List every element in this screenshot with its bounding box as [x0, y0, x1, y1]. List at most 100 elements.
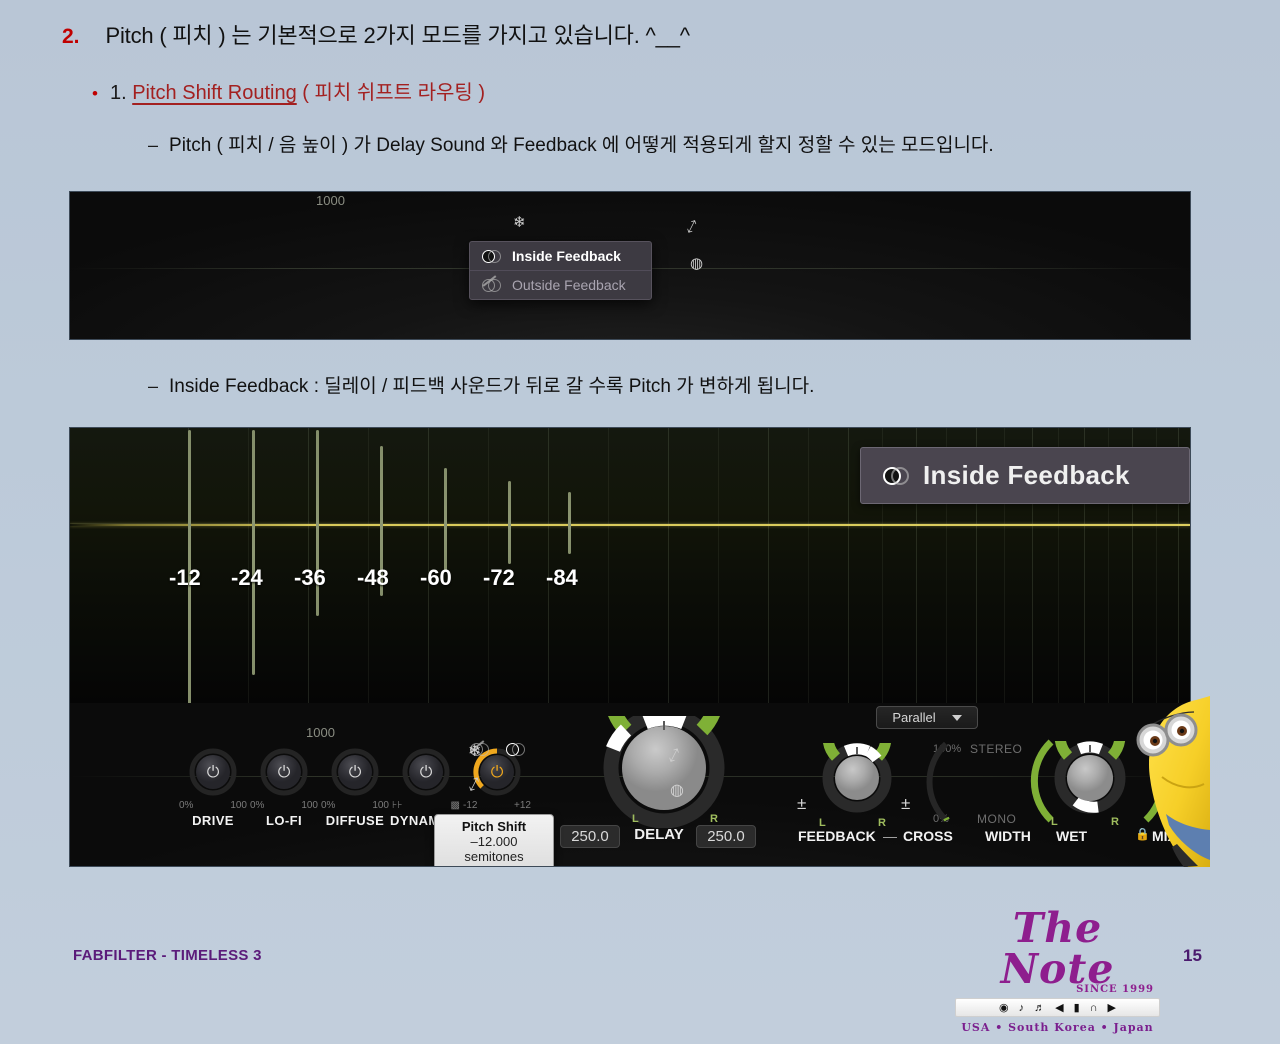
delay-left-value[interactable]: 250.0	[560, 825, 620, 848]
pitch-shift-tooltip: Pitch Shift –12.000 semitones	[434, 814, 554, 866]
bullet-link[interactable]: Pitch Shift Routing	[132, 82, 297, 104]
menu-item-label: Outside Feedback	[512, 277, 626, 293]
cross-label: CROSS	[903, 828, 953, 844]
film-reel-icon[interactable]: ◍	[690, 254, 703, 272]
knob-range: 0% 100	[248, 800, 320, 811]
wet-left-label: L	[1051, 816, 1058, 828]
annotation-semitone: -84	[546, 565, 578, 590]
diffuse-knob-unit[interactable]: ⏻ 0% 100 DIFFUSE	[319, 746, 391, 828]
annotation-semitone: -36	[294, 565, 326, 590]
moon-filled-icon	[883, 466, 909, 485]
knob-max-label: 100	[372, 800, 389, 811]
feedback-cross-dash: —	[883, 828, 897, 844]
bullet-prefix: 1.	[109, 82, 133, 104]
delay-left-label: L	[632, 813, 639, 825]
rewind-icon: ◀	[1055, 1002, 1064, 1014]
annotation-semitone: -72	[483, 565, 515, 590]
footer-title: FABFILTER - TIMELESS 3	[73, 947, 262, 964]
delay-waveform-display[interactable]: -12 -24 -36 -48 -60 -72 -84 0 ms 1000 In…	[70, 428, 1190, 703]
routing-mode-value: Parallel	[892, 710, 936, 725]
pitch-routing-menu[interactable]: Inside Feedback Outside Feedback	[469, 241, 652, 300]
knob-name-label: DRIVE	[192, 813, 234, 828]
knob-dial[interactable]: ⏻	[187, 746, 239, 798]
bullet-dot-icon: •	[92, 84, 98, 103]
chevron-down-icon	[951, 714, 962, 721]
moon-filled-icon	[482, 249, 501, 263]
inside-feedback-badge-label: Inside Feedback	[923, 460, 1130, 490]
play-icon: ▶	[1107, 1002, 1116, 1014]
delay-right-value[interactable]: 250.0	[696, 825, 756, 848]
knob-max-label: +12	[514, 800, 531, 811]
snowflake-icon[interactable]: ❄	[513, 213, 526, 231]
knob-range: 0% 100	[319, 800, 391, 811]
minion-character-image	[1136, 696, 1210, 867]
svg-text:⏻: ⏻	[207, 764, 220, 781]
bullet-suffix: ( 피치 쉬프트 라우팅 )	[302, 82, 486, 104]
annotation-semitone: -24	[231, 565, 263, 590]
display-time-label: 1000	[306, 725, 335, 740]
microphone-icon: ♪	[1018, 1001, 1025, 1014]
annotation-semitone: -48	[357, 565, 389, 590]
sub-bullet-2: – Inside Feedback : 딜레이 / 피드백 사운드가 뒤로 갈 …	[148, 371, 814, 398]
fabfilter-timeless-panel-top[interactable]: 1000 ⏻0%100DRIVE ⏻0%100LO-FI ⏻0%100DIFFU…	[69, 191, 1191, 340]
echo-spike	[568, 492, 571, 554]
cross-arc[interactable]	[902, 738, 952, 826]
knob-dial[interactable]: ⏻	[329, 746, 381, 798]
knob-range: 0% 100	[177, 800, 249, 811]
heading-number: 2.	[62, 25, 80, 48]
width-bottom-label: MONO	[977, 812, 1017, 826]
knob-min-label: -12	[463, 800, 478, 811]
logo-name: The Note	[1000, 904, 1115, 993]
annotation-semitone: -60	[420, 565, 452, 590]
wet-label: WET	[1056, 828, 1088, 844]
knob-dial[interactable]: ⏻	[400, 746, 452, 798]
pitch-envelope-line	[70, 524, 1190, 526]
wet-knob[interactable]	[1045, 700, 1135, 815]
delay-knob[interactable]	[592, 632, 737, 829]
svg-text:⏻: ⏻	[349, 764, 362, 781]
lofi-knob-unit[interactable]: ⏻ 0% 100 LO-FI	[248, 746, 320, 828]
logo-icon-bar: ◉ ♪ ♬ ◀ ▮ ∩ ▶	[955, 998, 1160, 1017]
inside-feedback-badge[interactable]: Inside Feedback	[860, 447, 1190, 504]
knob-min-label: 0%	[321, 800, 336, 811]
moon-outline-icon	[482, 278, 501, 292]
menu-item-label: Inside Feedback	[512, 248, 621, 264]
svg-text:⏻: ⏻	[420, 764, 433, 781]
drive-knob-unit[interactable]: ⏻ 0% 100 DRIVE	[177, 746, 249, 828]
feedback-label: FEEDBACK	[798, 828, 876, 844]
dash-icon: –	[148, 135, 159, 155]
film-reel-icon[interactable]: ◍	[670, 780, 684, 800]
menu-item-outside-feedback[interactable]: Outside Feedback	[470, 270, 651, 299]
feedback-knob[interactable]	[814, 702, 900, 813]
annotation-semitone: -12	[169, 565, 201, 590]
knob-max-label: 100	[301, 800, 318, 811]
menu-item-inside-feedback[interactable]: Inside Feedback	[470, 242, 651, 270]
width-label: WIDTH	[985, 828, 1031, 844]
tooltip-title: Pitch Shift	[461, 819, 527, 834]
page-number: 15	[1183, 946, 1202, 965]
routing-mode-select[interactable]: Parallel	[876, 706, 978, 729]
dash-icon: –	[148, 376, 159, 396]
sub-bullet-1-text: Pitch ( 피치 / 음 높이 ) 가 Delay Sound 와 Feed…	[169, 135, 994, 156]
headphones-icon: ∩	[1089, 1001, 1098, 1014]
knob-min-label: 0%	[179, 800, 194, 811]
knob-range: ⊦⊦ ▩	[390, 800, 462, 811]
sub-bullet-2-text: Inside Feedback : 딜레이 / 피드백 사운드가 뒤로 갈 수록…	[169, 376, 815, 397]
music-note-icon: ♬	[1034, 1001, 1046, 1014]
delay-label: DELAY	[634, 826, 684, 843]
pitch-routing-icon-inside[interactable]	[506, 743, 525, 756]
knob-dial[interactable]: ⏻	[258, 746, 310, 798]
feedback-stepper-icon[interactable]: ±	[797, 794, 806, 814]
echo-spike	[252, 430, 255, 675]
snowflake-icon[interactable]: ❄	[468, 741, 481, 761]
display-time-label: 1000	[316, 193, 345, 208]
the-note-logo: The Note SINCE 1999 ◉ ♪ ♬ ◀ ▮ ∩ ▶ USA • …	[955, 904, 1160, 1034]
knob-max-label: 100	[230, 800, 247, 811]
fabfilter-timeless-panel-main[interactable]: -12 -24 -36 -48 -60 -72 -84 0 ms 1000 In…	[69, 427, 1191, 867]
knob-name-label: LO-FI	[266, 813, 302, 828]
heading-text: Pitch ( 피치 ) 는 기본적으로 2가지 모드를 가지고 있습니다. ^…	[105, 23, 691, 48]
knob-range: -12 +12	[461, 800, 533, 811]
sub-bullet-1: – Pitch ( 피치 / 음 높이 ) 가 Delay Sound 와 Fe…	[148, 130, 994, 157]
svg-text:⏻: ⏻	[491, 764, 504, 781]
delay-right-label: R	[710, 813, 718, 825]
